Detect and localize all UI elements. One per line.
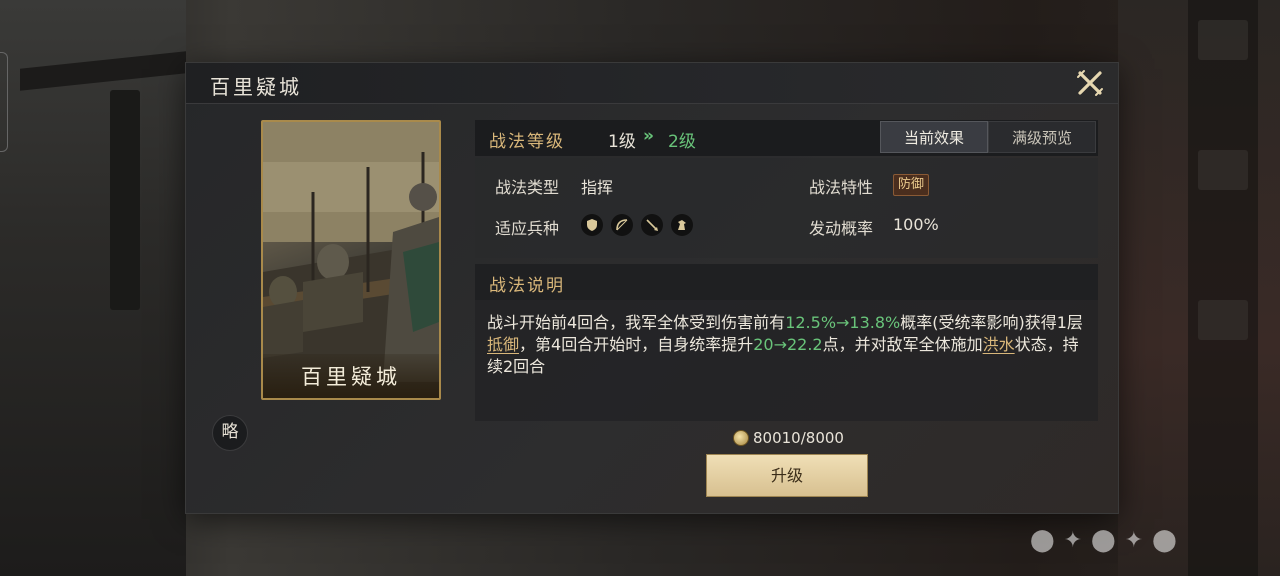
troop-type-icons — [581, 214, 693, 236]
background-block — [1198, 20, 1248, 60]
probability-increase: 12.5%→13.8% — [785, 313, 901, 332]
tactic-type-label: 战法类型 — [495, 178, 560, 197]
tactic-card: 百里疑城 — [261, 120, 441, 400]
trigger-rate-label: 发动概率 — [809, 219, 874, 238]
description-title: 战法说明 — [489, 276, 565, 296]
dialog-titlebar: 百里疑城 — [186, 63, 1118, 104]
upgrade-cost: 80010/8000 — [733, 428, 844, 448]
horse-icon — [671, 214, 693, 236]
current-level: 1级 — [608, 132, 636, 152]
next-level: 2级 — [668, 132, 696, 152]
tactic-trait-label: 战法特性 — [809, 178, 874, 197]
background-block — [1198, 300, 1248, 340]
status-link-flood[interactable]: 洪水 — [983, 335, 1015, 354]
description-segment: ，第4回合开始时，自身统率提升 — [519, 335, 754, 354]
background-right — [1118, 0, 1280, 576]
troop-type-label: 适应兵种 — [495, 219, 560, 238]
tactic-card-name: 百里疑城 — [263, 354, 439, 398]
dialog-title: 百里疑城 — [210, 75, 302, 99]
side-drawer-handle[interactable] — [0, 52, 8, 152]
background-side-panel — [1188, 0, 1258, 576]
background-left — [0, 0, 186, 576]
tab-max-level-preview[interactable]: 满级预览 — [988, 121, 1096, 153]
coin-icon — [733, 430, 749, 446]
trigger-rate-value: 100% — [893, 215, 939, 234]
tactic-detail-dialog: 百里疑城 百里疑城 略 战法等级 1级 » 2级 当前效果 满级预览 战法类型 … — [186, 63, 1118, 513]
description-header: 战法说明 — [475, 264, 1098, 300]
background-post — [110, 90, 140, 310]
background-block — [1198, 150, 1248, 190]
description-segment: 概率(受统率影响)获得1层 — [900, 313, 1083, 332]
description-segment: 点，并对敌军全体施加 — [822, 335, 983, 354]
bow-icon — [611, 214, 633, 236]
tactic-info-panel: 战法类型 指挥 战法特性 防御 适应兵种 发动概率 100% — [475, 158, 1098, 258]
description-body: 战斗开始前4回合，我军全体受到伤害前有12.5%→13.8%概率(受统率影响)获… — [475, 300, 1098, 421]
description-segment: 战斗开始前4回合，我军全体受到伤害前有 — [487, 313, 786, 332]
close-icon — [1077, 70, 1103, 96]
effect-tabs: 当前效果 满级预览 — [880, 121, 1096, 153]
tactic-trait-badge: 防御 — [893, 174, 930, 196]
background-beam — [20, 51, 186, 91]
watermark-logo: ⬤ ✦ ⬤ ✦ ⬤ — [1030, 528, 1178, 553]
spear-icon — [641, 214, 663, 236]
command-increase: 20→22.2 — [753, 335, 823, 354]
status-link-resist[interactable]: 抵御 — [487, 335, 519, 354]
tab-current-effect[interactable]: 当前效果 — [880, 121, 988, 153]
tactic-type-value: 指挥 — [581, 178, 614, 197]
upgrade-cost-value: 80010/8000 — [753, 429, 844, 447]
level-up-arrow-icon: » — [643, 126, 654, 146]
tactic-category-tag: 略 — [212, 415, 248, 451]
description-text: 战斗开始前4回合，我军全体受到伤害前有12.5%→13.8%概率(受统率影响)获… — [487, 312, 1091, 378]
close-button[interactable] — [1076, 69, 1104, 97]
level-bar: 战法等级 1级 » 2级 当前效果 满级预览 — [475, 120, 1098, 156]
level-label: 战法等级 — [489, 132, 565, 152]
shield-icon — [581, 214, 603, 236]
upgrade-button[interactable]: 升级 — [706, 454, 868, 497]
